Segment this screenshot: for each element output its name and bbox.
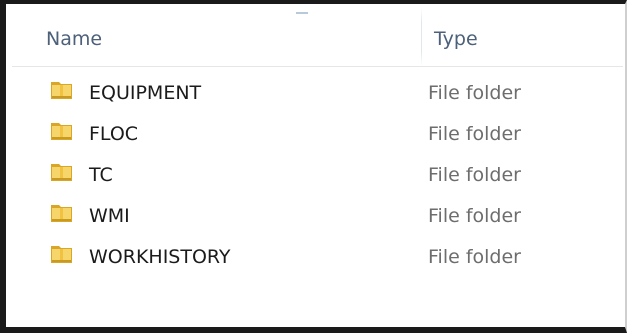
column-header-bar: Name Type [12, 8, 623, 67]
sort-indicator [296, 12, 308, 14]
item-type: File folder [428, 82, 521, 104]
folder-icon [51, 164, 72, 181]
item-type: File folder [428, 164, 521, 186]
explorer-file-list-window: Name Type EQUIPMENT File folder FLOC Fil… [0, 0, 627, 333]
list-item[interactable]: EQUIPMENT File folder [12, 66, 623, 107]
item-type: File folder [428, 205, 521, 227]
list-item[interactable]: TC File folder [12, 148, 623, 189]
folder-icon [51, 205, 72, 222]
folder-icon [51, 82, 72, 99]
list-item[interactable]: WORKHISTORY File folder [12, 230, 623, 271]
list-item[interactable]: FLOC File folder [12, 107, 623, 148]
list-item[interactable]: WMI File folder [12, 189, 623, 230]
column-divider[interactable] [421, 8, 422, 66]
item-type: File folder [428, 123, 521, 145]
item-name: TC [89, 164, 113, 186]
folder-icon [51, 246, 72, 263]
item-name: EQUIPMENT [89, 82, 202, 104]
folder-icon [51, 123, 72, 140]
file-list: EQUIPMENT File folder FLOC File folder T… [12, 66, 623, 271]
item-name: WMI [89, 205, 130, 227]
item-type: File folder [428, 246, 521, 268]
column-header-name[interactable]: Name [46, 28, 102, 50]
item-name: FLOC [89, 123, 139, 145]
item-name: WORKHISTORY [89, 246, 231, 268]
column-header-type[interactable]: Type [434, 28, 478, 50]
